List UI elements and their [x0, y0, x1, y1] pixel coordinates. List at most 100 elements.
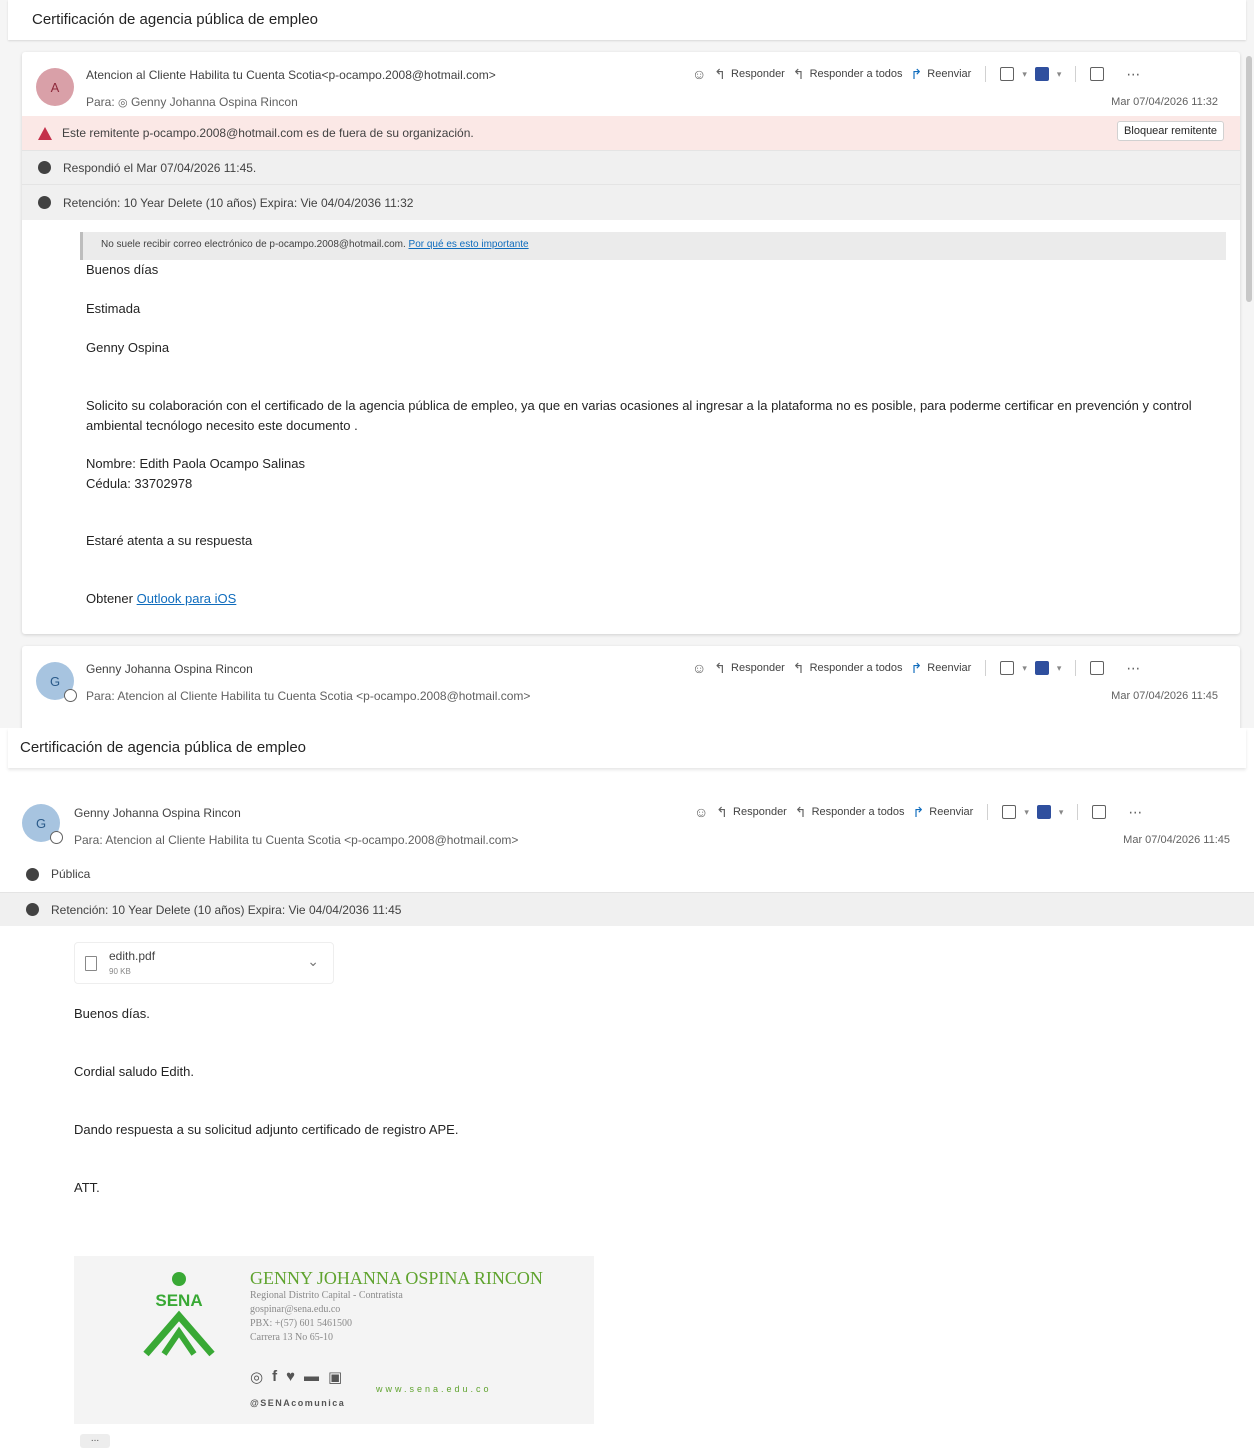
copilot-icon[interactable] — [1000, 67, 1015, 81]
reply-all-button[interactable]: ↰ Responder a todos — [795, 805, 905, 819]
reply-all-icon: ↰ — [792, 660, 805, 676]
divider — [985, 66, 987, 82]
instagram-icon[interactable]: ◎ — [250, 1368, 263, 1386]
immersive-reader-icon[interactable] — [1090, 67, 1105, 81]
forward-button[interactable]: ↱ Reenviar — [911, 67, 972, 81]
first-contact-notice: No suele recibir correo electrónico de p… — [80, 232, 1226, 260]
sender-avatar[interactable]: G — [36, 662, 77, 702]
message-date: Mar 07/04/2026 11:45 — [1123, 834, 1230, 846]
sender-name[interactable]: Atencion al Cliente Habilita tu Cuenta S… — [86, 68, 496, 82]
pdf-file-icon — [85, 956, 97, 971]
notice-text: No suele recibir correo electrónico de p… — [101, 239, 406, 250]
emoji-icon[interactable]: ☺ — [694, 805, 708, 819]
divider — [1077, 804, 1079, 820]
signature-website[interactable]: www.sena.edu.co — [376, 1384, 492, 1394]
emoji-icon[interactable]: ☺ — [692, 67, 706, 81]
chevron-down-icon[interactable]: ▾ — [1057, 69, 1062, 80]
get-prefix: Obtener — [86, 591, 133, 606]
reply-label: Responder — [731, 662, 785, 674]
to-label: Para: — [86, 95, 115, 109]
recipient-name[interactable]: Atencion al Cliente Habilita tu Cuenta S… — [117, 689, 530, 703]
retention-info-bar: Retención: 10 Year Delete (10 años) Expi… — [0, 892, 1254, 926]
recipient-name[interactable]: Genny Johanna Ospina Rincon — [131, 95, 298, 109]
reply-all-icon: ↰ — [792, 66, 805, 82]
chevron-down-icon[interactable]: ▾ — [1059, 807, 1064, 818]
block-sender-button[interactable]: Bloquear remitente — [1117, 121, 1224, 141]
reply-button[interactable]: ↰ Responder — [714, 661, 785, 675]
sender-avatar[interactable]: G — [22, 804, 63, 844]
external-sender-warning: Este remitente p-ocampo.2008@hotmail.com… — [22, 116, 1240, 150]
divider — [985, 660, 987, 676]
chevron-down-icon[interactable]: ⌄ — [307, 953, 319, 970]
info-icon — [26, 903, 39, 916]
facebook-icon[interactable]: f — [272, 1368, 277, 1386]
replied-info-bar: Respondió el Mar 07/04/2026 11:45. — [22, 150, 1240, 184]
reply-label: Responder — [731, 68, 785, 80]
avatar-initial: G — [35, 815, 47, 831]
scrollbar[interactable] — [1246, 56, 1252, 302]
reply-button[interactable]: ↰ Responder — [714, 67, 785, 81]
chevron-down-icon[interactable]: ▾ — [1022, 69, 1027, 80]
show-more-button[interactable]: ... — [80, 1434, 110, 1448]
reply-all-button[interactable]: ↰ Responder a todos — [793, 661, 903, 675]
copilot-icon[interactable] — [1002, 805, 1017, 819]
chevron-down-icon[interactable]: ▾ — [1022, 663, 1027, 674]
svg-text:SENA: SENA — [155, 1291, 202, 1310]
divider — [987, 804, 989, 820]
attachment-size: 90 KB — [109, 967, 131, 976]
emoji-icon[interactable]: ☺ — [692, 661, 706, 675]
forward-label: Reenviar — [929, 806, 974, 818]
signature-name: GENNY JOHANNA OSPINA RINCON — [250, 1268, 543, 1288]
more-options-icon[interactable]: ⋯ — [1126, 661, 1140, 675]
message-date: Mar 07/04/2026 11:32 — [1111, 96, 1218, 108]
warning-text: Este remitente p-ocampo.2008@hotmail.com… — [62, 126, 474, 140]
why-important-link[interactable]: Por qué es esto importante — [409, 239, 529, 250]
immersive-reader-icon[interactable] — [1090, 661, 1105, 675]
recipient-line: Para: ◎ Genny Johanna Ospina Rincon — [86, 95, 298, 109]
subject-title: Certificación de agencia pública de empl… — [32, 11, 319, 28]
recipient-line: Para: Atencion al Cliente Habilita tu Cu… — [74, 833, 518, 847]
screenshot-top: Certificación de agencia pública de empl… — [0, 0, 1254, 728]
body-nombre: Nombre: Edith Paola Ocampo Salinas — [86, 456, 305, 471]
signature-address: Carrera 13 No 65-10 — [250, 1332, 334, 1343]
attachment-card[interactable]: edith.pdf 90 KB ⌄ — [74, 942, 334, 984]
linkedin-icon[interactable]: ▣ — [328, 1368, 342, 1386]
attachment-name: edith.pdf — [109, 949, 156, 963]
more-options-icon[interactable]: ⋯ — [1128, 805, 1142, 819]
twitter-icon[interactable]: ♥ — [286, 1368, 295, 1386]
youtube-icon[interactable]: ▬ — [304, 1368, 319, 1386]
apps-icon[interactable] — [1034, 661, 1049, 675]
body-get-outlook: Obtener Outlook para iOS — [86, 589, 236, 609]
message-card-2-collapsed[interactable]: G Genny Johanna Ospina Rincon Para: Aten… — [22, 646, 1240, 728]
reply-icon: ↰ — [716, 804, 729, 820]
sender-avatar[interactable]: A — [36, 68, 74, 106]
body-closing: Estaré atenta a su respuesta — [86, 533, 253, 548]
apps-icon[interactable] — [1036, 805, 1051, 819]
body-salutation: Cordial saludo Edith. — [74, 1064, 194, 1079]
to-label: Para: — [86, 689, 115, 703]
chevron-down-icon[interactable]: ▾ — [1057, 663, 1062, 674]
screenshot-bottom: Certificación de agencia pública de empl… — [0, 728, 1254, 1450]
immersive-reader-icon[interactable] — [1092, 805, 1107, 819]
copilot-icon[interactable] — [1000, 661, 1015, 675]
forward-button[interactable]: ↱ Reenviar — [911, 661, 972, 675]
to-label: Para: — [74, 833, 103, 847]
apps-icon[interactable] — [1034, 67, 1049, 81]
reply-icon: ↰ — [714, 660, 727, 676]
sender-name[interactable]: Genny Johanna Ospina Rincon — [86, 662, 253, 676]
sender-name[interactable]: Genny Johanna Ospina Rincon — [74, 806, 241, 820]
reply-all-label: Responder a todos — [809, 68, 903, 80]
more-options-icon[interactable]: ⋯ — [1126, 67, 1140, 81]
outlook-ios-link[interactable]: Outlook para iOS — [137, 591, 237, 606]
presence-icon — [64, 689, 77, 702]
retention-text: Retención: 10 Year Delete (10 años) Expi… — [51, 902, 402, 917]
forward-button[interactable]: ↱ Reenviar — [913, 805, 974, 819]
reply-all-button[interactable]: ↰ Responder a todos — [793, 67, 903, 81]
sensitivity-label[interactable]: Pública — [51, 867, 90, 881]
signature-email[interactable]: gospinar@sena.edu.co — [250, 1304, 340, 1315]
recipient-name[interactable]: Atencion al Cliente Habilita tu Cuenta S… — [105, 833, 518, 847]
reply-all-label: Responder a todos — [811, 806, 905, 818]
chevron-down-icon[interactable]: ▾ — [1024, 807, 1029, 818]
sena-logo-icon: SENA — [143, 1272, 215, 1357]
reply-button[interactable]: ↰ Responder — [716, 805, 787, 819]
